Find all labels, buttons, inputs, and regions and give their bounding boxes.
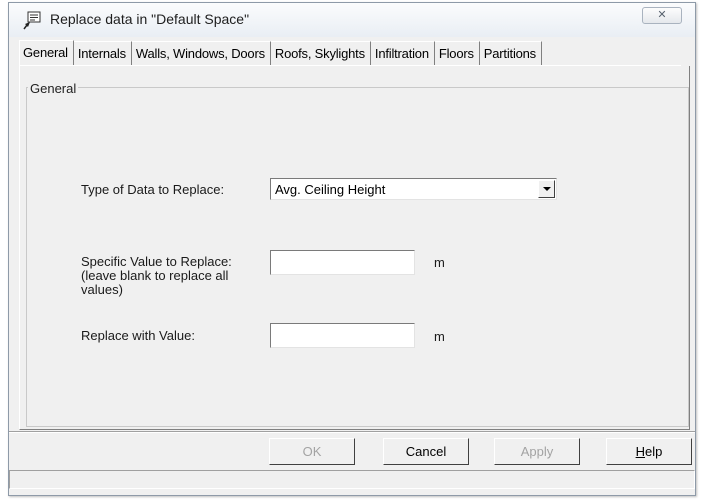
tab-floors[interactable]: Floors <box>434 41 480 66</box>
chevron-down-icon[interactable] <box>538 180 555 198</box>
type-of-data-label: Type of Data to Replace: <box>81 182 225 197</box>
tab-roofs-skylights[interactable]: Roofs, Skylights <box>270 41 371 66</box>
title-bar[interactable]: Replace data in "Default Space" ✕ <box>9 3 695 37</box>
type-of-data-value: Avg. Ceiling Height <box>275 182 386 197</box>
help-button-label: Help <box>635 443 663 459</box>
replace-with-label: Replace with Value: <box>81 328 195 343</box>
ok-button[interactable]: OK <box>269 438 355 465</box>
close-button[interactable]: ✕ <box>642 7 682 24</box>
tab-walls-windows-doors[interactable]: Walls, Windows, Doors <box>131 41 271 66</box>
replace-with-unit: m <box>434 329 445 344</box>
cancel-button[interactable]: Cancel <box>383 438 469 465</box>
type-of-data-dropdown[interactable]: Avg. Ceiling Height <box>270 178 557 200</box>
specific-value-unit: m <box>434 255 445 270</box>
window-title: Replace data in "Default Space" <box>50 11 250 27</box>
apply-button[interactable]: Apply <box>494 438 580 465</box>
specific-value-input[interactable] <box>270 250 415 275</box>
replace-data-dialog: Replace data in "Default Space" ✕ Genera… <box>8 2 696 496</box>
tab-partitions[interactable]: Partitions <box>479 41 542 66</box>
replace-with-input[interactable] <box>270 323 415 348</box>
general-group-title: General <box>28 81 79 96</box>
status-bar <box>9 470 695 489</box>
tab-internals[interactable]: Internals <box>73 41 132 66</box>
replace-data-icon <box>23 11 41 30</box>
specific-value-label: Specific Value to Replace: (leave blank … <box>81 254 232 297</box>
button-separator <box>9 431 695 433</box>
help-button[interactable]: Help <box>606 438 692 465</box>
tab-bar: General Internals Walls, Windows, Doors … <box>19 40 542 66</box>
tab-infiltration[interactable]: Infiltration <box>370 41 435 66</box>
tab-general[interactable]: General <box>19 40 74 65</box>
